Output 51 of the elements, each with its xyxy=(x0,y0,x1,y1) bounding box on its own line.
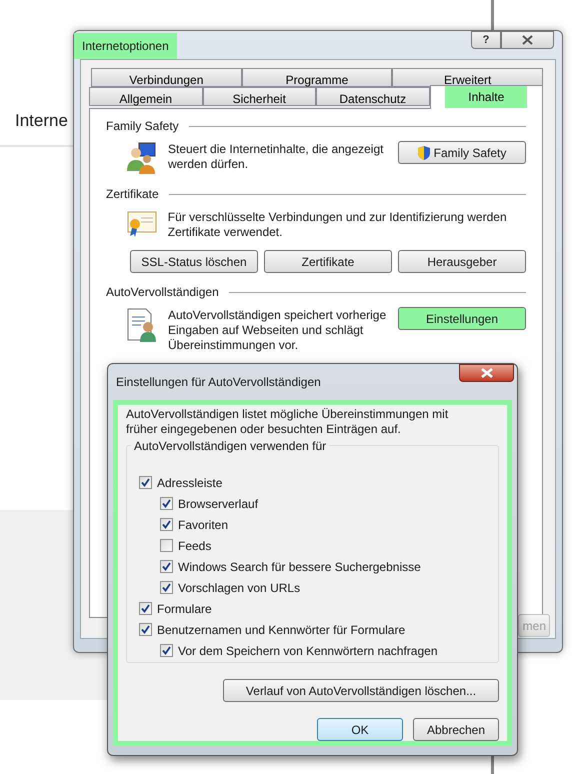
close-icon xyxy=(480,368,492,378)
button[interactable]: Verlauf von AutoVervollständigen löschen... xyxy=(223,679,499,702)
intro-text: AutoVervollständigen listet mögliche Übereinstimmungen mit früher eingegebenen oder besuchten Einträgen auf. xyxy=(126,407,450,437)
checkbox-label: Vorschlagen von URLs xyxy=(178,580,300,596)
checkbox[interactable] xyxy=(160,644,173,657)
checkbox[interactable] xyxy=(139,476,152,489)
close-button[interactable] xyxy=(459,364,514,382)
tab[interactable]: Erweitert xyxy=(392,68,544,87)
close-button[interactable] xyxy=(501,31,554,49)
checkbox-label: Windows Search für bessere Suchergebnisse xyxy=(178,558,421,576)
section-title: Zertifikate xyxy=(106,186,159,203)
checkbox-label: Benutzernamen und Kennwörter für Formulare xyxy=(157,622,406,638)
checkbox-label: Vor dem Speichern von Kennwörtern nachfragen xyxy=(178,642,438,660)
checkbox[interactable] xyxy=(160,497,173,510)
section-title: Family Safety xyxy=(106,118,179,135)
tab[interactable]: Datenschutz xyxy=(316,87,430,106)
checkbox-label: Favoriten xyxy=(178,516,228,534)
checkbox-label: Adressleiste xyxy=(157,474,222,492)
document-person-icon xyxy=(125,307,159,343)
button[interactable]: OK xyxy=(317,718,403,741)
checkbox[interactable] xyxy=(160,581,173,594)
button[interactable]: Einstellungen xyxy=(398,307,526,330)
certificate-icon xyxy=(124,209,159,239)
shield-icon xyxy=(418,146,430,160)
checkbox[interactable] xyxy=(139,623,152,636)
tab[interactable]: Allgemein xyxy=(89,87,202,106)
section-description: Steuert die Internetinhalte, die angezeigt werden dürfen. xyxy=(168,141,384,172)
window-title: Einstellungen für AutoVervollständigen xyxy=(116,374,321,391)
button[interactable]: Herausgeber xyxy=(398,250,526,273)
button[interactable]: Zertifikate xyxy=(264,250,392,273)
checkbox[interactable] xyxy=(160,539,173,552)
checkbox[interactable] xyxy=(139,602,152,615)
page-heading: Interne xyxy=(15,110,68,132)
checkbox-label: Formulare xyxy=(157,600,212,618)
tab[interactable]: Inhalte xyxy=(430,85,543,109)
tab[interactable]: Verbindungen xyxy=(91,68,242,87)
button[interactable]: Abbrechen xyxy=(413,718,499,741)
checkbox[interactable] xyxy=(160,518,173,531)
section-description: Für verschlüsselte Verbindungen und zur Identifizierung werden Zertifikate verwendet. xyxy=(168,209,508,240)
tab[interactable]: Programme xyxy=(242,68,392,87)
button[interactable]: SSL-Status löschen xyxy=(130,250,258,273)
tab[interactable]: Sicherheit xyxy=(202,87,316,106)
checkbox[interactable] xyxy=(160,560,173,573)
close-icon xyxy=(522,35,533,45)
section-description: AutoVervollständigen speichert vorherige Eingaben auf Webseiten und schlägt Übereinstimmungen vor. xyxy=(168,307,388,353)
section-title: AutoVervollständigen xyxy=(106,284,219,301)
button[interactable]: Family Safety xyxy=(398,141,526,164)
window-title: Internetoptionen xyxy=(74,33,177,59)
checkbox-label: Browserverlauf xyxy=(178,496,258,512)
checkbox-label: Feeds xyxy=(178,538,212,554)
help-button[interactable]: ? xyxy=(471,31,501,49)
